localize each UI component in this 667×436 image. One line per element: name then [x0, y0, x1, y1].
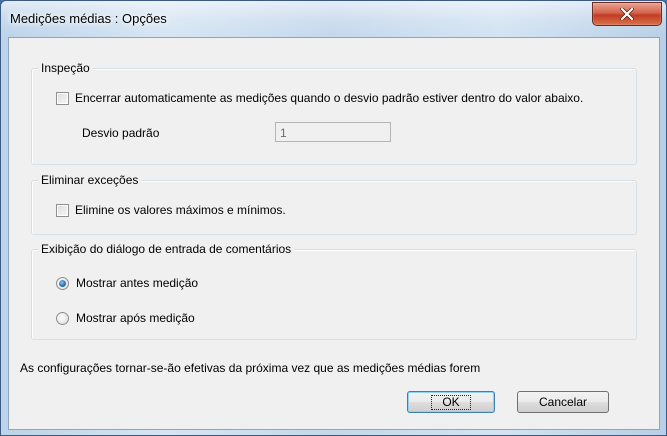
cancel-button[interactable]: Cancelar: [517, 391, 609, 413]
comment-dialog-legend: Exibição do diálogo de entrada de coment…: [38, 242, 295, 256]
inspection-legend: Inspeção: [38, 61, 93, 75]
show-before-label[interactable]: Mostrar antes medição: [76, 276, 198, 290]
dialog-client-area: Inspeção Encerrar automaticamente as med…: [8, 37, 660, 430]
inspection-group: Inspeção: [31, 61, 637, 165]
eliminate-extremes-label[interactable]: Elimine os valores máximos e mínimos.: [75, 203, 286, 217]
show-after-label[interactable]: Mostrar após medição: [76, 311, 195, 325]
cancel-button-label: Cancelar: [538, 395, 588, 409]
ok-button-label: OK: [431, 394, 471, 410]
options-dialog-window: Medições médias : Opções Inspeção Encerr…: [0, 0, 667, 436]
radio-selected-dot: [59, 280, 66, 287]
std-dev-input[interactable]: 1: [275, 122, 391, 142]
show-after-radio[interactable]: [56, 312, 69, 325]
exceptions-legend: Eliminar exceções: [38, 173, 142, 187]
title-bar[interactable]: Medições médias : Opções: [1, 1, 666, 37]
auto-end-label[interactable]: Encerrar automaticamente as medições qua…: [75, 91, 583, 105]
show-before-radio[interactable]: [56, 277, 69, 290]
window-title: Medições médias : Opções: [10, 11, 167, 26]
close-icon: [620, 8, 634, 20]
std-dev-label: Desvio padrão: [82, 126, 160, 140]
ok-button[interactable]: OK: [407, 391, 495, 413]
auto-end-checkbox[interactable]: [56, 92, 69, 105]
comment-dialog-group: Exibição do diálogo de entrada de coment…: [31, 242, 637, 340]
settings-note: As configurações tornar-se-ão efetivas d…: [20, 361, 481, 375]
close-button[interactable]: [592, 2, 662, 26]
eliminate-extremes-checkbox[interactable]: [56, 204, 69, 217]
